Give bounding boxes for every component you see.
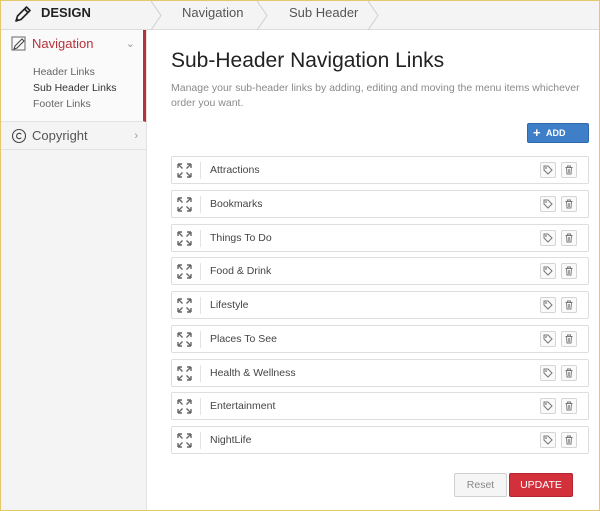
list-item-label: Bookmarks (210, 197, 263, 210)
delete-button[interactable] (561, 297, 577, 313)
edit-tag-button[interactable] (540, 398, 556, 415)
sidebar-subitem-footer-links[interactable]: Footer Links (33, 96, 143, 112)
divider (200, 297, 201, 314)
edit-tag-button[interactable] (540, 229, 556, 246)
divider (200, 263, 201, 281)
move-handle-icon[interactable] (177, 399, 192, 414)
move-handle-icon[interactable] (177, 365, 192, 381)
move-handle-icon[interactable] (177, 230, 192, 246)
move-handle-icon[interactable] (177, 433, 192, 448)
copyright-icon (11, 128, 27, 144)
move-handle-icon[interactable] (177, 264, 192, 279)
move-handle-icon[interactable] (177, 163, 192, 178)
sidebar: Navigation ⌄ Header Links Sub Header Lin… (1, 30, 147, 510)
sidebar-section-navigation: Navigation ⌄ Header Links Sub Header Lin… (1, 30, 146, 122)
list-item[interactable]: Places To See (171, 324, 589, 353)
delete-button[interactable] (561, 330, 577, 347)
page-description: Manage your sub-header links by adding, … (171, 82, 580, 109)
breadcrumb-design-label: DESIGN (41, 5, 91, 20)
list-item-label: Places To See (210, 332, 277, 345)
sidebar-subitem-header-links[interactable]: Header Links (33, 64, 143, 80)
breadcrumb: DESIGN Navigation Sub Header (1, 1, 599, 30)
divider (200, 330, 201, 348)
edit-tag-button[interactable] (540, 195, 556, 212)
breadcrumb-sub-header[interactable]: Sub Header (289, 1, 358, 29)
page-title: Sub-Header Navigation Links (171, 49, 445, 72)
list-item[interactable]: Entertainment (171, 392, 589, 421)
move-handle-icon[interactable] (177, 332, 192, 347)
breadcrumb-separator-icon (151, 1, 162, 30)
link-list: Attractions Bookmarks Things To Do Food & D… (171, 156, 589, 460)
list-item-label: Entertainment (210, 400, 276, 413)
list-item-label: Lifestyle (210, 299, 249, 311)
divider (200, 432, 201, 449)
move-handle-icon[interactable] (177, 197, 192, 212)
plus-icon: + (533, 125, 541, 140)
list-item[interactable]: Food & Drink (171, 257, 589, 286)
list-item-label: NightLife (210, 434, 252, 446)
sidebar-item-navigation[interactable]: Navigation ⌄ (1, 30, 143, 58)
breadcrumb-separator-icon (368, 1, 379, 30)
pencil-icon (11, 36, 26, 51)
pencil-icon (15, 6, 31, 22)
delete-button[interactable] (561, 432, 577, 448)
edit-tag-button[interactable] (540, 364, 556, 381)
delete-button[interactable] (561, 398, 577, 415)
list-item[interactable]: Things To Do (171, 223, 589, 252)
list-item[interactable]: Lifestyle (171, 291, 589, 319)
add-item-label: ADD ITEM (546, 128, 568, 156)
sidebar-item-copyright-label: Copyright (32, 128, 88, 143)
delete-button[interactable] (561, 162, 577, 178)
edit-tag-button[interactable] (540, 162, 556, 178)
sidebar-subitem-sub-header-links[interactable]: Sub Header Links (33, 80, 143, 96)
delete-button[interactable] (561, 364, 577, 381)
divider (200, 398, 201, 416)
move-handle-icon[interactable] (177, 298, 192, 313)
update-button[interactable]: UPDATE (509, 473, 573, 497)
sidebar-sublist: Header Links Sub Header Links Footer Lin… (1, 58, 143, 112)
list-item[interactable]: NightLife (171, 426, 589, 454)
breadcrumb-navigation[interactable]: Navigation (182, 1, 243, 29)
edit-tag-button[interactable] (540, 330, 556, 347)
edit-tag-button[interactable] (540, 263, 556, 280)
sidebar-section-copyright: Copyright › (1, 122, 146, 150)
breadcrumb-design[interactable]: DESIGN (1, 1, 151, 29)
divider (200, 195, 201, 213)
delete-button[interactable] (561, 195, 577, 212)
list-item-label: Attractions (210, 164, 260, 176)
list-item-label: Food & Drink (210, 265, 272, 278)
app-frame: DESIGN Navigation Sub Header Navigation … (0, 0, 600, 511)
sidebar-item-copyright[interactable]: Copyright › (1, 122, 146, 150)
sidebar-item-navigation-label: Navigation (32, 36, 94, 51)
list-item-label: Things To Do (210, 231, 272, 244)
delete-button[interactable] (561, 263, 577, 280)
divider (200, 162, 201, 179)
chevron-down-icon: ⌄ (125, 38, 135, 50)
breadcrumb-separator-icon (257, 1, 268, 30)
main-content: Sub-Header Navigation Links Manage your … (147, 30, 599, 510)
list-item[interactable]: Health & Wellness (171, 358, 589, 387)
add-item-button[interactable]: + ADD ITEM (527, 123, 589, 156)
edit-tag-button[interactable] (540, 432, 556, 448)
list-item-label: Health & Wellness (210, 366, 296, 379)
divider (200, 229, 201, 247)
chevron-right-icon: › (134, 130, 138, 142)
divider (200, 364, 201, 382)
delete-button[interactable] (561, 229, 577, 246)
reset-button[interactable]: Reset (454, 473, 507, 497)
list-item[interactable]: Bookmarks (171, 189, 589, 218)
list-item[interactable]: Attractions (171, 156, 589, 184)
edit-tag-button[interactable] (540, 297, 556, 313)
